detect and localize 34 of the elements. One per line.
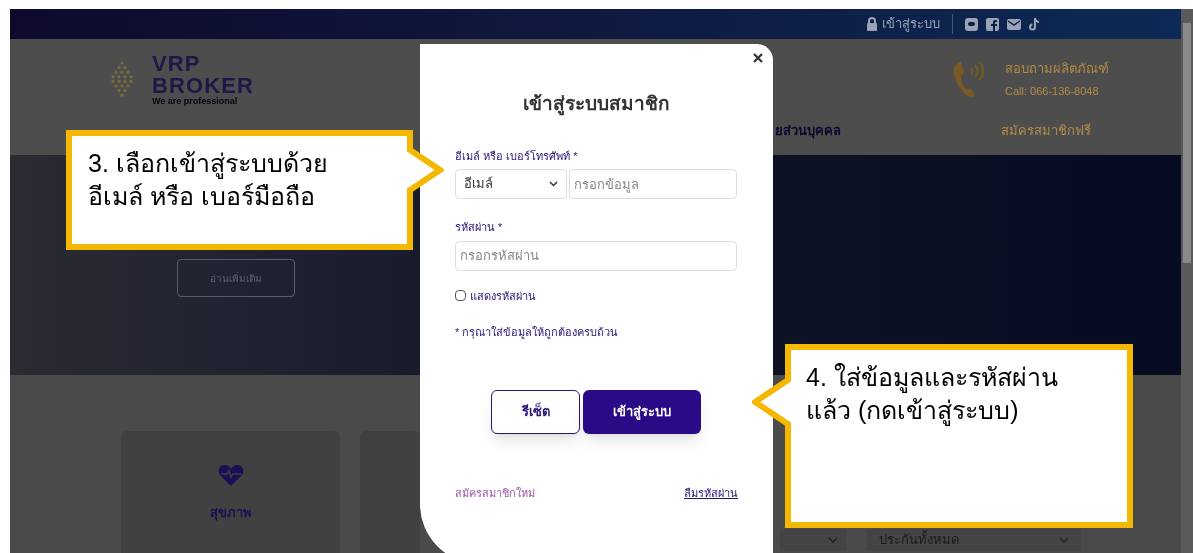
login-button[interactable]: เข้าสู่ระบบ [583, 389, 701, 434]
checkbox-label: แสดงรหัสผ่าน [470, 288, 536, 304]
chat-icon[interactable] [965, 17, 978, 31]
facebook-icon[interactable] [986, 17, 999, 31]
modal-title: เข้าสู่ระบบสมาชิก [522, 92, 671, 118]
show-password-checkbox[interactable] [455, 290, 466, 302]
forgot-password-link[interactable]: ลืมรหัสผ่าน [684, 484, 738, 501]
lock-icon [866, 17, 878, 31]
logo-tagline: We are professional [152, 96, 239, 106]
music-note-icon[interactable] [1029, 17, 1041, 31]
reset-button[interactable]: รีเซ็ต [491, 389, 580, 434]
contact-title: สอบถามผลิตภัณฑ์ [1005, 60, 1109, 78]
field-label: รหัสผ่าน * [455, 220, 504, 235]
signup-nav-link[interactable]: สมัครสมาชิกฟรี [1001, 121, 1091, 141]
identifier-input[interactable]: กรอกข้อมูล [569, 169, 737, 199]
chevron-down-icon [828, 537, 838, 543]
identifier-type-select[interactable]: อีเมล์ [455, 169, 567, 199]
login-link[interactable]: เข้าสู่ระบบ [866, 14, 940, 34]
required-note: * กรุณาใส่ข้อมูลให้ถูกต้องครบถ้วน [455, 325, 620, 341]
callout-text: 4. ใส่ข้อมูลและรหัสผ่าน แล้ว (กดเข้าสู่ระบบ) [806, 362, 1059, 427]
mail-icon[interactable] [1007, 18, 1021, 30]
close-icon [753, 53, 763, 63]
phone-icon [951, 58, 985, 100]
contact-phone: Call: 066-136-8048 [1005, 83, 1099, 99]
chevron-down-icon [1059, 537, 1069, 543]
scrollbar[interactable] [1181, 9, 1193, 553]
close-button[interactable] [751, 51, 765, 65]
chevron-down-icon [549, 181, 558, 187]
password-input[interactable]: กรอกรหัสผ่าน [455, 240, 737, 271]
callout-text: 3. เลือกเข้าสู่ระบบด้วย อีเมล์ หรือ เบอร์มือถือ [88, 148, 329, 212]
read-more-button[interactable]: อ่านเพิ่มเติม [177, 259, 295, 297]
field-label: อีเมล์ หรือ เบอร์โทรศัพท์ * [455, 148, 579, 164]
heart-pulse-icon [217, 463, 244, 487]
signup-link[interactable]: สมัครสมาชิกใหม่ [455, 484, 535, 501]
